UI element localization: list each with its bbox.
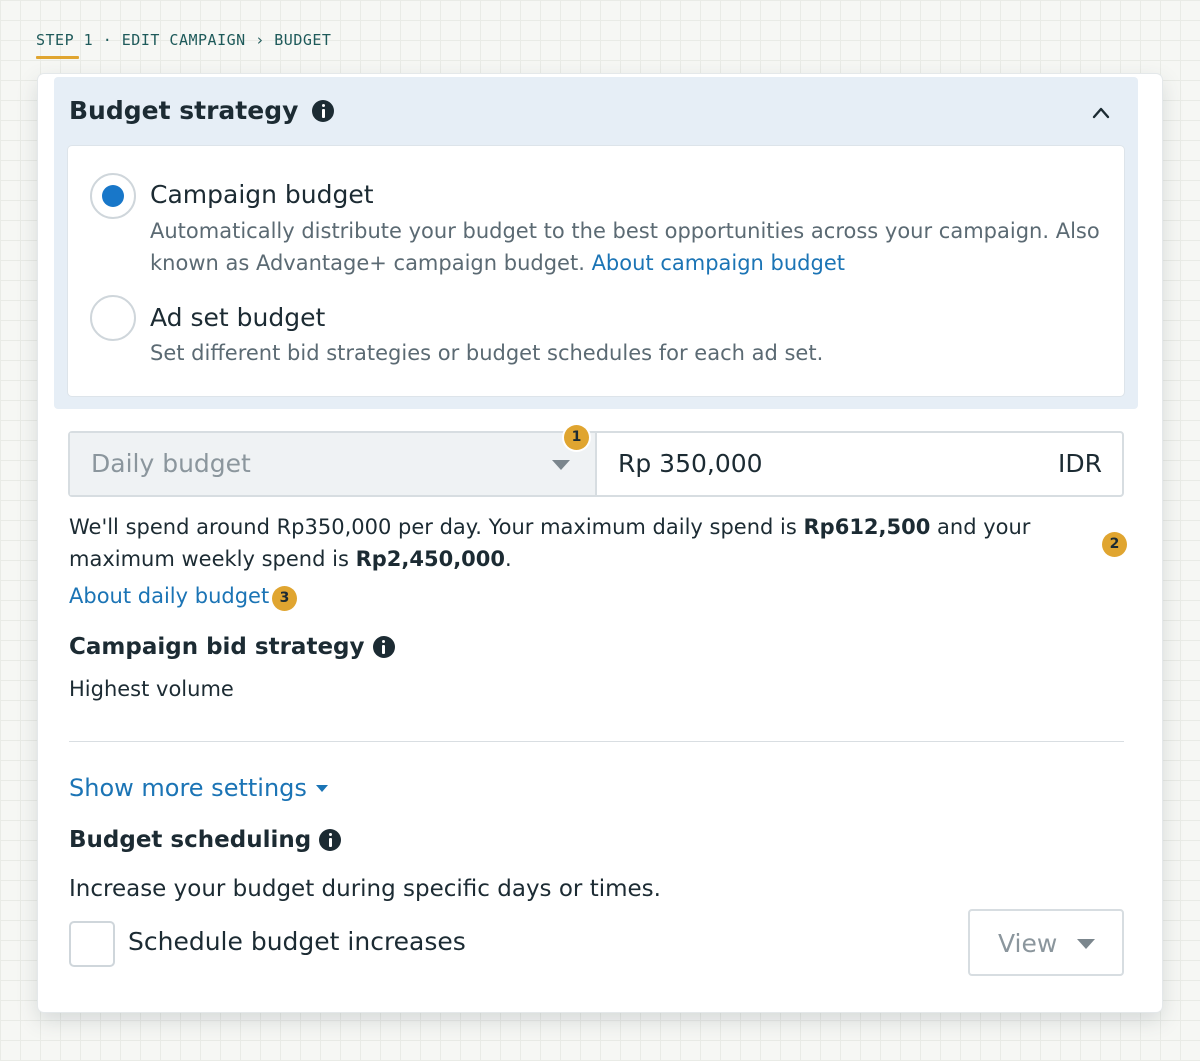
- budget-strategy-options: Campaign budget Automatically distribute…: [68, 146, 1124, 396]
- budget-strategy-panel: Budget strategy Campaign budget Automati…: [54, 77, 1138, 409]
- bid-strategy-value: Highest volume: [69, 677, 234, 701]
- ad-set-budget-title: Ad set budget: [150, 303, 326, 332]
- spend-summary-part3: .: [505, 547, 512, 571]
- annotation-badge-1: 1: [564, 425, 589, 450]
- info-icon[interactable]: [372, 636, 395, 658]
- ad-set-budget-description: Set different bid strategies or budget s…: [150, 341, 824, 365]
- spend-summary-part1: We'll spend around Rp350,000 per day. Yo…: [69, 515, 804, 539]
- ad-set-budget-radio[interactable]: [90, 295, 136, 341]
- budget-strategy-title: Budget strategy: [69, 96, 335, 125]
- campaign-budget-description: Automatically distribute your budget to …: [150, 215, 1110, 279]
- section-divider: [69, 741, 1124, 742]
- campaign-budget-radio[interactable]: [90, 173, 136, 219]
- show-more-settings-label: Show more settings: [69, 774, 307, 802]
- chevron-down-icon: [1077, 939, 1095, 949]
- annotation-badge-3: 3: [272, 586, 297, 611]
- breadcrumb: STEP 1 · EDIT CAMPAIGN › BUDGET: [36, 31, 332, 49]
- about-daily-budget-link[interactable]: About daily budget: [69, 584, 269, 608]
- max-weekly-spend: Rp2,450,000: [355, 547, 506, 571]
- campaign-budget-title: Campaign budget: [150, 180, 374, 209]
- schedule-budget-checkbox[interactable]: [69, 921, 115, 967]
- budget-strategy-title-text: Budget strategy: [69, 96, 299, 125]
- bid-strategy-title-text: Campaign bid strategy: [69, 634, 365, 660]
- budget-input-row: Daily budget Rp 350,000 IDR: [68, 431, 1124, 497]
- max-daily-spend: Rp612,500: [803, 515, 931, 539]
- view-button-label: View: [998, 929, 1058, 958]
- show-more-settings-link[interactable]: Show more settings: [69, 774, 328, 802]
- caret-down-icon: [315, 784, 328, 792]
- budget-scheduling-description: Increase your budget during specific day…: [69, 876, 661, 902]
- view-dropdown-button[interactable]: View: [968, 909, 1124, 976]
- annotation-badge-2: 2: [1102, 532, 1127, 557]
- chevron-down-icon: [552, 460, 570, 470]
- chevron-up-icon[interactable]: [1092, 104, 1110, 122]
- spend-summary: We'll spend around Rp350,000 per day. Yo…: [69, 511, 1109, 575]
- budget-type-value: Daily budget: [91, 449, 251, 478]
- info-icon[interactable]: [312, 99, 335, 122]
- currency-label: IDR: [1058, 449, 1102, 478]
- bid-strategy-title: Campaign bid strategy: [69, 634, 395, 660]
- budget-scheduling-title: Budget scheduling: [69, 827, 342, 853]
- budget-amount-input[interactable]: Rp 350,000: [618, 449, 763, 478]
- budget-type-select[interactable]: Daily budget: [70, 433, 597, 495]
- budget-scheduling-title-text: Budget scheduling: [69, 827, 312, 853]
- about-campaign-budget-link[interactable]: About campaign budget: [592, 251, 845, 275]
- info-icon[interactable]: [319, 829, 342, 851]
- breadcrumb-underline: [36, 56, 79, 59]
- schedule-budget-label: Schedule budget increases: [128, 927, 466, 956]
- budget-card: Budget strategy Campaign budget Automati…: [38, 74, 1162, 1012]
